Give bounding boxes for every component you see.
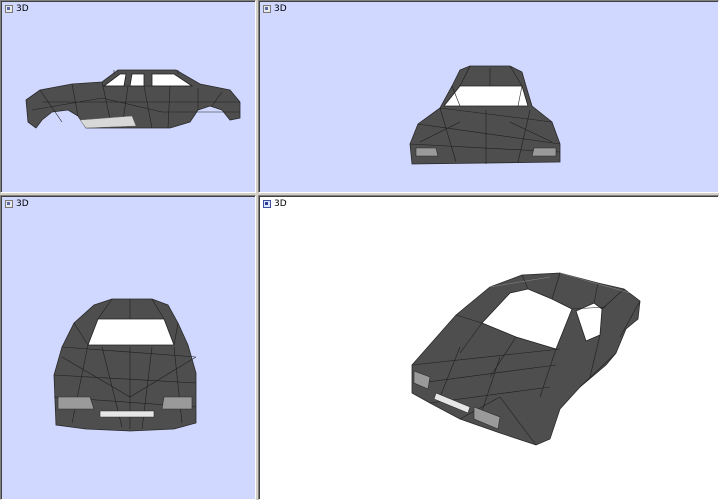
viewport-canvas-front[interactable]: 3D [1,196,255,499]
viewport-canvas-perspective[interactable]: 3D [259,196,718,499]
car-model-perspective-view [411,272,641,446]
car-model-front-view [53,298,197,432]
viewport-canvas-side[interactable]: 3D [1,1,255,192]
viewport-side[interactable]: 3D [0,0,256,193]
viewport-top-front[interactable]: 3D [258,0,719,193]
car-model-rear-view [409,65,561,165]
viewport-perspective[interactable]: 3D [258,195,719,500]
car-model-side-view [25,69,241,129]
viewport-front[interactable]: 3D [0,195,256,500]
viewport-canvas-top-front[interactable]: 3D [259,1,718,192]
